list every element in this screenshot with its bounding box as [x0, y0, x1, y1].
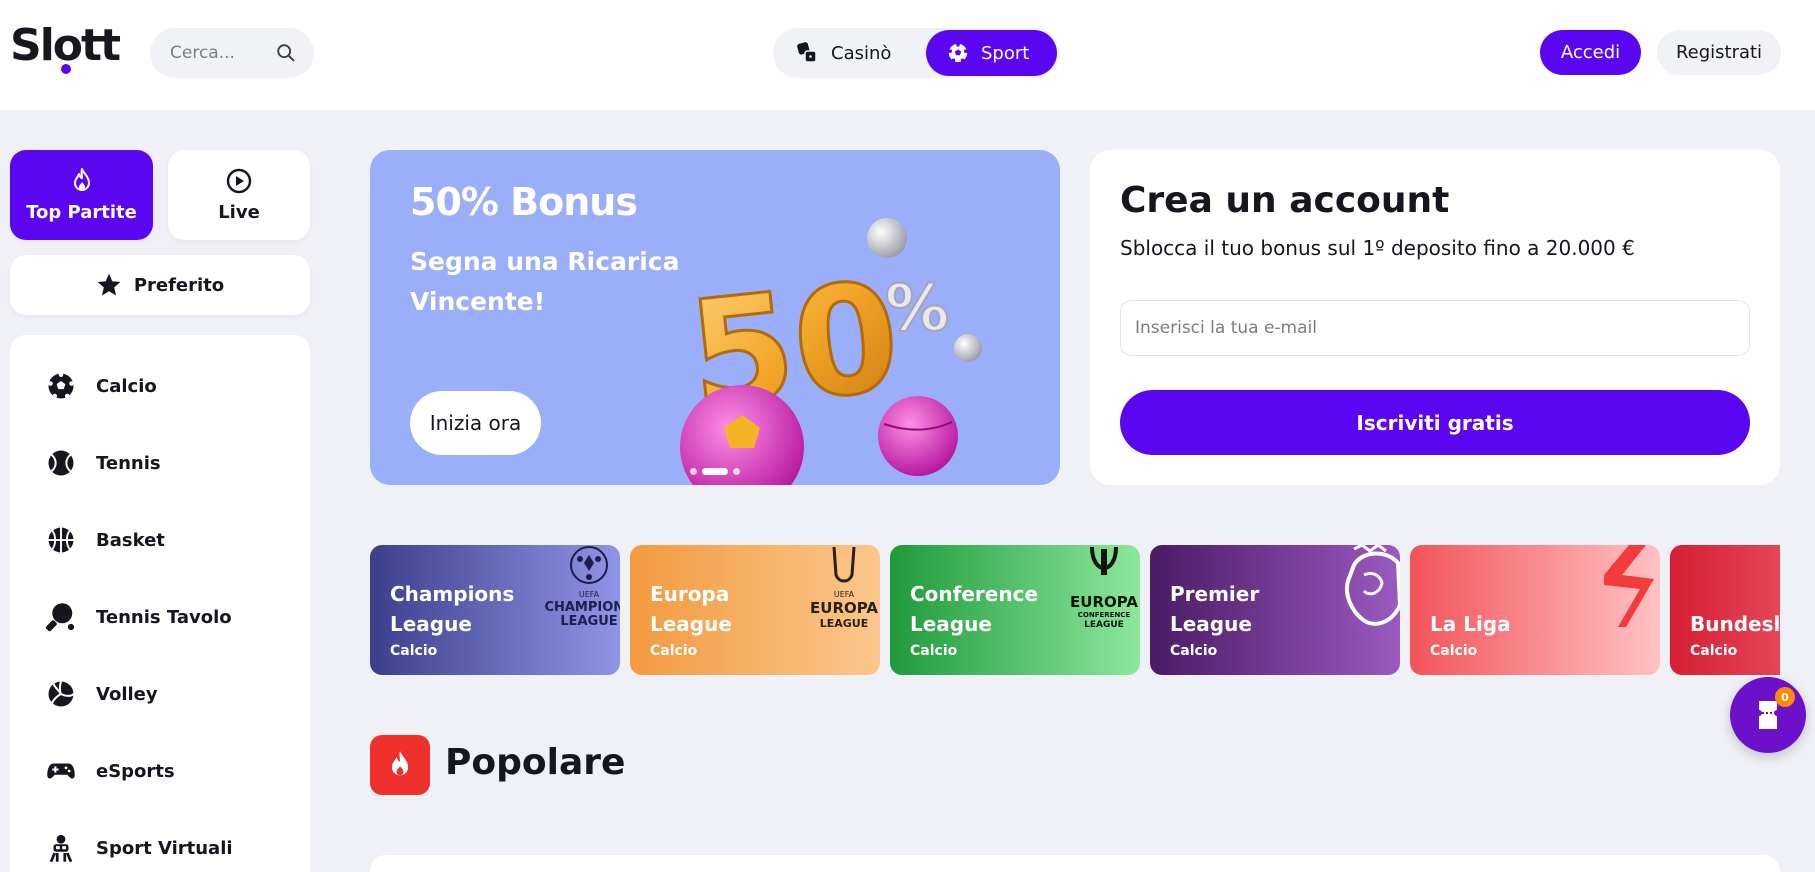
- signup-card: Crea un account Sblocca il tuo bonus sul…: [1090, 150, 1780, 485]
- promo-subtitle: Segna una Ricarica Vincente!: [410, 247, 680, 316]
- league-category: Calcio: [1170, 643, 1218, 659]
- carousel-dot-active[interactable]: [702, 468, 728, 475]
- svg-text:UEFA: UEFA: [834, 590, 855, 599]
- league-carousel: UEFA CHAMPIONS LEAGUE Champions League C…: [370, 545, 1780, 675]
- carousel-dot[interactable]: [733, 468, 740, 475]
- league-card-bundesliga[interactable]: Bundesliga Calcio: [1670, 545, 1780, 675]
- sidebar-item-sport-virtuali[interactable]: Sport Virtuali: [46, 833, 233, 863]
- league-card-laliga[interactable]: La Liga Calcio: [1410, 545, 1660, 675]
- league-category: Calcio: [650, 643, 698, 659]
- league-category: Calcio: [390, 643, 438, 659]
- svg-text:%: %: [885, 272, 949, 346]
- gamepad-icon: [47, 763, 75, 779]
- league-card-champions[interactable]: UEFA CHAMPIONS LEAGUE Champions League C…: [370, 545, 620, 675]
- svg-text:LEAGUE: LEAGUE: [820, 617, 869, 630]
- top-header: Slott Cerca... Casinò Sport Accedi Regis…: [0, 0, 1815, 110]
- flame-icon: [73, 168, 90, 191]
- toggle-casino[interactable]: Casinò: [795, 30, 891, 76]
- search-icon[interactable]: [275, 42, 297, 64]
- flame-icon: [391, 751, 409, 776]
- sidebar-item-label: Tennis: [96, 452, 161, 474]
- star-icon: [97, 273, 121, 296]
- logo-dot: [61, 64, 71, 74]
- search-input[interactable]: Cerca...: [170, 43, 235, 63]
- svg-text:CONFERENCE: CONFERENCE: [1078, 611, 1131, 619]
- toggle-sport-label: Sport: [981, 42, 1030, 64]
- league-category: Calcio: [1430, 643, 1478, 659]
- league-name: Premier League: [1170, 582, 1260, 636]
- svg-text:CHAMPIONS: CHAMPIONS: [544, 600, 620, 615]
- tab-top-partite-label: Top Partite: [26, 202, 137, 223]
- league-name: Conference League: [910, 582, 1039, 636]
- toggle-casino-label: Casinò: [831, 42, 892, 64]
- promo-banner[interactable]: 50% Bonus Segna una Ricarica Vincente! I…: [370, 150, 1060, 485]
- tab-top-partite[interactable]: Top Partite: [10, 150, 153, 240]
- soccer-ball-icon: [48, 372, 74, 399]
- sidebar-item-label: Tennis Tavolo: [96, 606, 232, 628]
- volleyball-icon: [48, 681, 75, 707]
- vr-player-icon: [49, 834, 73, 863]
- sidebar-item-label: Basket: [96, 529, 165, 551]
- search-box[interactable]: Cerca...: [150, 28, 314, 78]
- promo-cta-button[interactable]: Inizia ora: [410, 391, 541, 455]
- email-field[interactable]: [1120, 300, 1750, 356]
- league-name: La Liga: [1430, 612, 1511, 636]
- champions-league-logo-icon: UEFA CHAMPIONS LEAGUE: [544, 546, 620, 629]
- laliga-logo-icon: [1604, 545, 1654, 627]
- sidebar-item-label: Calcio: [96, 375, 157, 397]
- tab-live[interactable]: Live: [168, 150, 310, 240]
- conference-league-logo-icon: EUROPA CONFERENCE LEAGUE: [1070, 546, 1138, 630]
- register-button[interactable]: Registrati: [1657, 30, 1781, 75]
- basketball-icon: [48, 527, 74, 553]
- bet-slip-count-badge: 0: [1775, 687, 1795, 707]
- promo-50-percent-illustration: 50 %: [680, 218, 982, 485]
- casino-sport-toggle: Casinò Sport: [773, 28, 1059, 78]
- svg-text:EUROPA: EUROPA: [810, 599, 878, 617]
- signup-title: Crea un account: [1120, 180, 1450, 221]
- login-button[interactable]: Accedi: [1540, 30, 1641, 75]
- sports-list: Calcio Tennis Basket Tennis Tavolo Volle…: [10, 335, 310, 872]
- ping-pong-icon: [46, 603, 75, 632]
- soccer-ball-icon: [948, 42, 968, 63]
- europa-league-logo-icon: UEFA EUROPA LEAGUE: [810, 546, 878, 630]
- bet-slip-button[interactable]: 0: [1730, 677, 1806, 753]
- sidebar-item-tennis-tavolo[interactable]: Tennis Tavolo: [46, 602, 232, 632]
- favorites-label: Preferito: [133, 274, 225, 296]
- premier-league-lion-icon: [1345, 545, 1400, 626]
- svg-text:LEAGUE: LEAGUE: [1084, 620, 1124, 630]
- signup-button[interactable]: Iscriviti gratis: [1120, 390, 1750, 455]
- league-card-premier[interactable]: Premier League Calcio: [1150, 545, 1400, 675]
- sidebar-item-label: Sport Virtuali: [96, 837, 233, 859]
- popular-section-title: Popolare: [445, 742, 626, 783]
- sidebar-item-basket[interactable]: Basket: [46, 525, 165, 555]
- sidebar-item-tennis[interactable]: Tennis: [46, 448, 161, 478]
- svg-text:LEAGUE: LEAGUE: [560, 614, 617, 629]
- league-name: Bundesliga: [1690, 612, 1780, 636]
- promo-title: 50% Bonus: [410, 180, 638, 224]
- carousel-dot[interactable]: [690, 468, 697, 475]
- toggle-sport[interactable]: Sport: [926, 30, 1057, 76]
- popular-events-card: [370, 855, 1780, 872]
- sidebar-item-esports[interactable]: eSports: [46, 756, 175, 786]
- signup-subtitle: Sblocca il tuo bonus sul 1º deposito fin…: [1120, 236, 1635, 260]
- league-card-conference[interactable]: EUROPA CONFERENCE LEAGUE Conference Leag…: [890, 545, 1140, 675]
- league-name: Champions League: [390, 582, 515, 636]
- league-category: Calcio: [1690, 643, 1738, 659]
- dice-icon: [797, 42, 817, 63]
- sidebar-item-calcio[interactable]: Calcio: [46, 371, 157, 401]
- sidebar-item-volley[interactable]: Volley: [46, 679, 158, 709]
- svg-text:UEFA: UEFA: [579, 590, 600, 599]
- tennis-ball-icon: [48, 450, 74, 476]
- league-category: Calcio: [910, 643, 958, 659]
- league-name: Europa League: [650, 582, 732, 636]
- sidebar-item-label: eSports: [96, 760, 175, 782]
- sidebar-item-label: Volley: [96, 683, 158, 705]
- svg-text:EUROPA: EUROPA: [1070, 593, 1138, 611]
- play-circle-icon: [226, 168, 252, 194]
- carousel-dots: [690, 468, 740, 475]
- favorites-button[interactable]: Preferito: [10, 255, 310, 315]
- popular-section-icon: [370, 735, 430, 795]
- tab-live-label: Live: [218, 202, 260, 223]
- league-card-europa[interactable]: UEFA EUROPA LEAGUE Europa League Calcio: [630, 545, 880, 675]
